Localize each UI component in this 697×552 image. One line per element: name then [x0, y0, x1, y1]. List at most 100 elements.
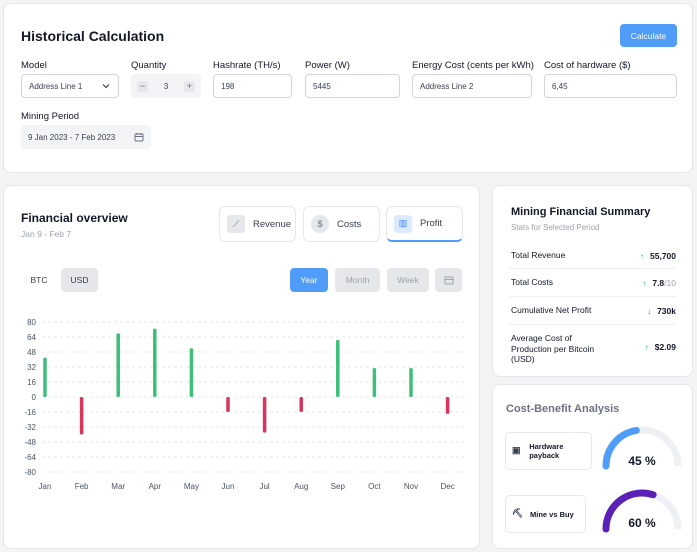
mining-summary-card: Mining Financial Summary Stats for Selec… [492, 185, 693, 377]
overview-title: Financial overview [21, 211, 128, 225]
profit-bar-chart: 80 64 48 32 16 0 -16 -32 -48 -64 -80Jan Feb Mar Apr Ma… [24, 318, 464, 491]
x-tick-label: Oct [368, 482, 381, 491]
mining-period-picker[interactable]: 9 Jan 2023 - 7 Feb 2023 [21, 125, 151, 149]
x-tick-label: Jun [222, 482, 235, 491]
model-label: Model [21, 60, 47, 71]
range-week-button[interactable]: Week [387, 268, 429, 292]
x-tick-label: Feb [75, 482, 89, 491]
net-profit-value: 730k [657, 306, 676, 316]
hardware-cost-label: Cost of hardware ($) [544, 60, 631, 71]
y-tick-label: -80 [24, 468, 36, 477]
quantity-value: 3 [163, 81, 169, 91]
y-tick-label: -32 [24, 423, 36, 432]
hardware-payback-percent: 45 % [628, 454, 656, 468]
bar-may [189, 348, 194, 397]
y-tick-label: -64 [24, 453, 36, 462]
total-costs-value: 7.8 [652, 278, 665, 288]
summary-title: Mining Financial Summary [511, 206, 651, 218]
model-select[interactable]: Address Line 1 [21, 74, 119, 98]
quantity-label: Quantity [131, 60, 167, 71]
x-tick-label: Apr [149, 482, 162, 491]
avg-cost-value: $2.09 [654, 342, 676, 352]
quantity-increment-button[interactable]: + [183, 80, 195, 92]
avg-cost-value-group: ↑ $2.09 [645, 342, 676, 352]
hashrate-label: Hashrate (TH/s) [213, 60, 281, 71]
net-profit-label: Cumulative Net Profit [511, 305, 592, 315]
range-year-button[interactable]: Year [290, 268, 328, 292]
y-tick-label: 16 [27, 378, 36, 387]
x-tick-label: Sep [331, 482, 346, 491]
power-field[interactable]: 5445 [305, 74, 400, 98]
hardware-payback-card: ▣ Hardware payback [505, 432, 592, 470]
y-tick-label: -16 [24, 408, 36, 417]
bar-mar [116, 333, 120, 397]
x-tick-label: Mar [111, 482, 125, 491]
divider [509, 296, 676, 297]
energy-cost-field[interactable]: Address Line 2 [412, 74, 532, 98]
divider [509, 268, 676, 269]
tab-profit[interactable]: ▥ Profit [386, 206, 463, 242]
mining-period-label: Mining Period [21, 111, 80, 122]
currency-usd-button[interactable]: USD [61, 268, 98, 292]
tab-costs-label: Costs [337, 218, 362, 230]
total-costs-value-group: ↑ 7.8/10 [642, 278, 676, 288]
calculate-button[interactable]: Calculate [620, 24, 677, 47]
power-label: Power (W) [305, 60, 350, 71]
quantity-decrement-button[interactable]: − [137, 80, 148, 92]
hardware-payback-label: Hardware payback [529, 442, 564, 460]
bar-chart-icon: ▥ [394, 214, 412, 233]
chip-icon: ▣ [512, 445, 521, 455]
summary-subtitle: Stats for Selected Period [511, 223, 600, 232]
total-costs-suffix: /10 [664, 278, 676, 288]
tab-profit-label: Profit [420, 218, 443, 229]
quantity-stepper[interactable]: − 3 + [131, 74, 201, 98]
energy-cost-label: Energy Cost (cents per kWh) [412, 60, 534, 71]
total-revenue-value: 55,700 [650, 251, 676, 261]
bar-apr [153, 328, 157, 397]
calendar-icon [444, 276, 453, 285]
historical-title: Historical Calculation [21, 28, 165, 44]
y-tick-label: 80 [27, 318, 36, 327]
hardware-cost-field[interactable]: 6,45 [544, 74, 677, 98]
bar-nov [409, 367, 413, 397]
net-profit-value-group: ↓ 730k [647, 306, 676, 316]
hashrate-field[interactable]: 198 [213, 74, 292, 98]
up-arrow-icon: ↑ [642, 278, 647, 288]
total-revenue-value-group: ↑ 55,700 [640, 251, 676, 261]
y-tick-label: -48 [24, 438, 36, 447]
x-tick-label: Jan [39, 482, 52, 491]
bar-sep [336, 339, 340, 397]
mine-vs-buy-label: Mine vs Buy [530, 509, 574, 519]
total-revenue-label: Total Revenue [511, 250, 566, 260]
financial-overview-card: Financial overview Jan 9 - Feb 7 ⟋ Reven… [3, 185, 480, 549]
down-arrow-icon: ↓ [647, 306, 652, 316]
currency-btc-button[interactable]: BTC [24, 268, 54, 292]
up-arrow-icon: ↑ [640, 251, 644, 261]
cost-benefit-card: Cost-Benefit Analysis ▣ Hardware payback… [492, 384, 693, 549]
bar-aug [299, 397, 303, 412]
tab-costs[interactable]: $ Costs [303, 206, 380, 242]
x-tick-label: Aug [294, 482, 308, 491]
bar-feb [79, 397, 84, 435]
y-tick-label: 48 [27, 348, 36, 357]
pickaxe-icon: ⛏ [512, 508, 524, 518]
bar-dec [445, 397, 450, 414]
overview-subtitle: Jan 9 - Feb 7 [21, 229, 72, 239]
model-value: Address Line 1 [29, 81, 83, 91]
trend-line-icon: ⟋ [227, 215, 245, 233]
x-tick-label: Nov [404, 482, 418, 491]
tab-revenue[interactable]: ⟋ Revenue [219, 206, 296, 242]
range-calendar-button[interactable] [435, 268, 462, 292]
tab-revenue-label: Revenue [253, 218, 292, 230]
up-arrow-icon: ↑ [644, 342, 649, 352]
historical-calculation-card: Historical Calculation Calculate Model A… [3, 3, 693, 173]
total-costs-label: Total Costs [511, 277, 554, 287]
mine-vs-buy-card: ⛏ Mine vs Buy [505, 495, 586, 533]
y-tick-label: 64 [27, 333, 36, 342]
bar-jun [226, 397, 230, 412]
bar-oct [372, 367, 377, 397]
bar-jul [262, 397, 267, 433]
range-month-button[interactable]: Month [335, 268, 380, 292]
calendar-icon [134, 133, 144, 142]
x-tick-label: Jul [259, 482, 269, 491]
